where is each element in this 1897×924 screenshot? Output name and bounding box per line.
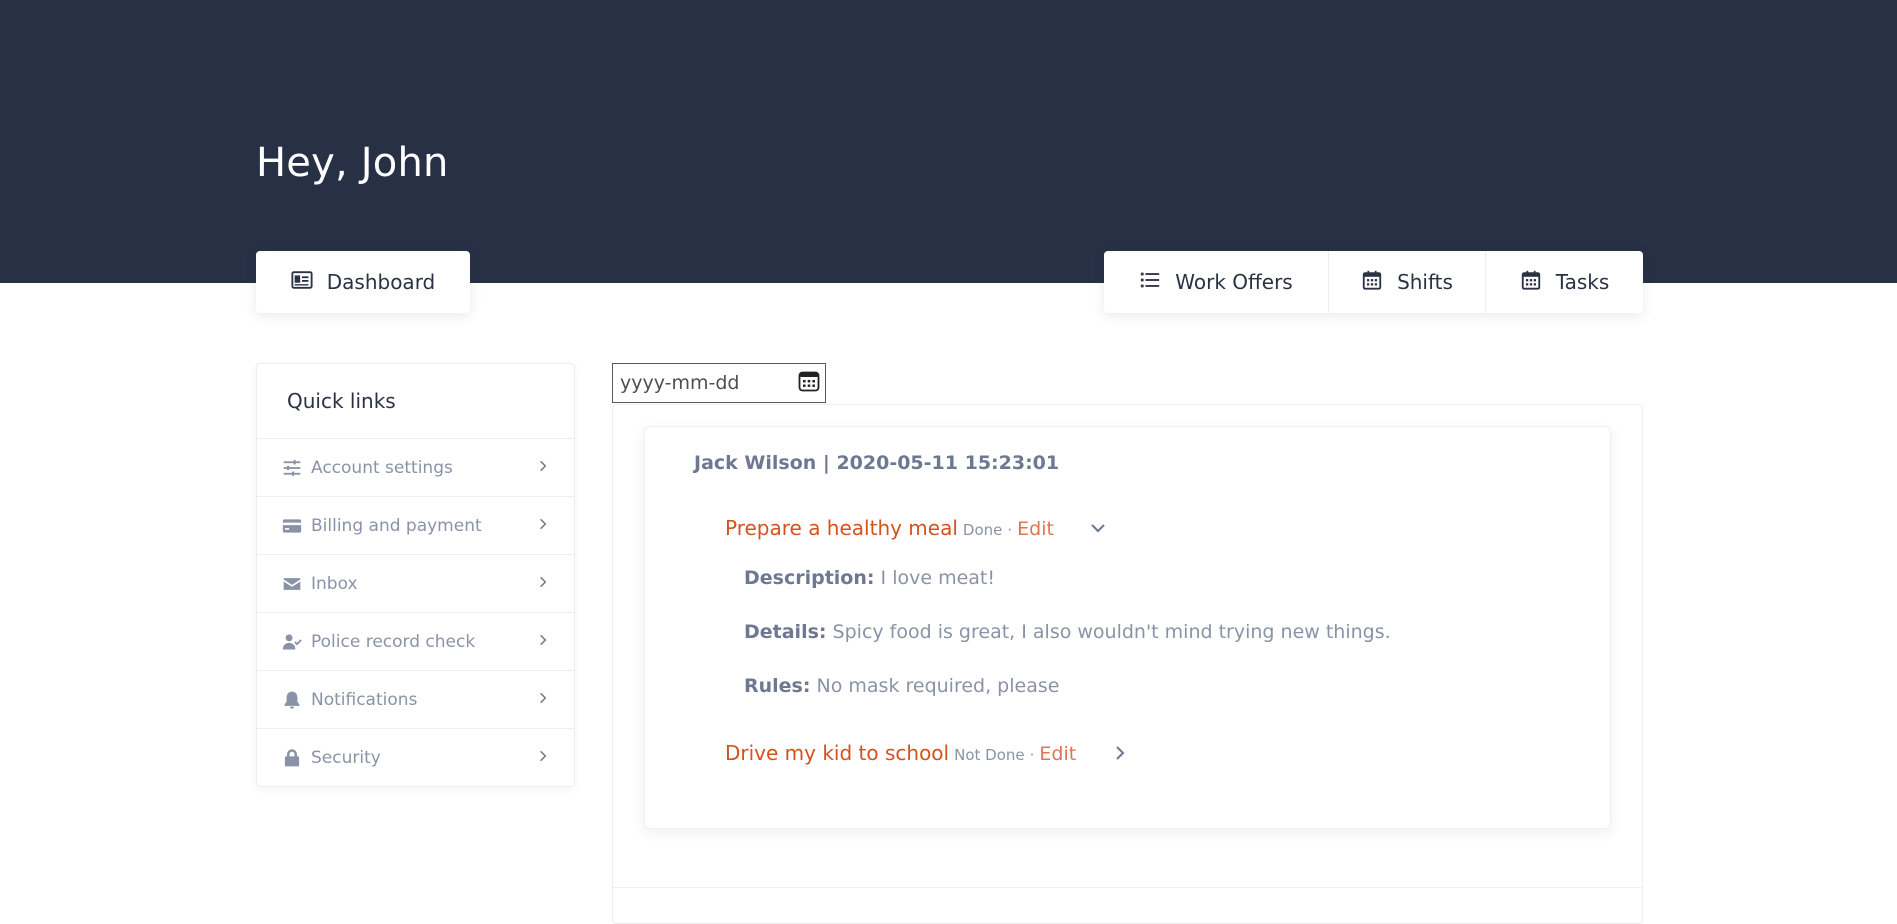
calendar-icon [1520, 269, 1542, 296]
task-detail-description: Description: I love meat! [744, 567, 995, 589]
tab-work-offers[interactable]: Work Offers [1104, 251, 1328, 313]
task-entry-card: Jack Wilson | 2020-05-11 15:23:01 Prepar… [644, 426, 1611, 829]
quick-link-label: Account settings [311, 457, 453, 478]
edit-link[interactable]: Edit [1017, 518, 1054, 540]
quick-link-account-settings[interactable]: Account settings [257, 439, 574, 497]
detail-value: I love meat! [880, 567, 995, 589]
envelope-icon [281, 573, 303, 595]
divider [613, 887, 1642, 888]
tab-label: Dashboard [326, 270, 436, 294]
quick-links-panel: Quick links Account settings Billing and… [256, 363, 575, 787]
quick-link-label: Security [311, 748, 381, 768]
task-detail-rules: Rules: No mask required, please [744, 675, 1059, 697]
chevron-down-icon[interactable] [1089, 519, 1107, 537]
chevron-right-icon [536, 748, 550, 768]
tab-label: Shifts [1397, 270, 1453, 294]
lock-icon [281, 747, 303, 769]
quick-link-label: Inbox [311, 573, 358, 594]
quick-link-police-record-check[interactable]: Police record check [257, 613, 574, 671]
task-title[interactable]: Drive my kid to school [725, 741, 949, 765]
quick-link-label: Billing and payment [311, 515, 482, 536]
bell-icon [281, 689, 303, 711]
detail-value: No mask required, please [816, 675, 1060, 697]
chevron-right-icon [536, 458, 550, 478]
chevron-right-icon [536, 574, 550, 594]
sliders-icon [281, 457, 303, 479]
id-card-icon [291, 269, 313, 296]
separator-dot: · [1029, 746, 1035, 764]
separator-dot: · [1007, 521, 1013, 539]
entry-header: Jack Wilson | 2020-05-11 15:23:01 [694, 452, 1060, 474]
tab-label: Work Offers [1175, 270, 1293, 294]
quick-link-security[interactable]: Security [257, 729, 574, 787]
list-icon [1139, 269, 1161, 296]
credit-card-icon [281, 515, 303, 537]
nav-tabs-card: Work Offers Shifts Tasks [1104, 251, 1643, 313]
quick-link-notifications[interactable]: Notifications [257, 671, 574, 729]
tab-label: Tasks [1555, 270, 1610, 294]
quick-link-billing[interactable]: Billing and payment [257, 497, 574, 555]
calendar-icon [1361, 269, 1383, 296]
date-filter-input[interactable] [618, 371, 797, 395]
quick-link-label: Police record check [311, 631, 476, 652]
dashboard-tab-card: Dashboard [256, 251, 470, 313]
quick-link-inbox[interactable]: Inbox [257, 555, 574, 613]
greeting-title: Hey, John [256, 140, 449, 186]
tab-tasks[interactable]: Tasks [1485, 251, 1643, 313]
chevron-right-icon [536, 516, 550, 536]
quick-link-label: Notifications [311, 689, 418, 710]
edit-link[interactable]: Edit [1039, 743, 1076, 765]
quick-links-title: Quick links [257, 364, 574, 439]
detail-label: Details: [744, 621, 827, 643]
task-status: Done [962, 521, 1003, 539]
user-check-icon [281, 631, 303, 653]
task-title[interactable]: Prepare a healthy meal [725, 516, 958, 540]
task-row: Drive my kid to school Not Done · Edit [725, 741, 1129, 765]
tab-shifts[interactable]: Shifts [1328, 251, 1485, 313]
tab-dashboard[interactable]: Dashboard [256, 251, 470, 313]
detail-label: Description: [744, 567, 875, 589]
task-row: Prepare a healthy meal Done · Edit [725, 516, 1107, 540]
date-filter [612, 363, 826, 403]
task-status: Not Done [954, 746, 1025, 764]
task-detail-details: Details: Spicy food is great, I also wou… [744, 621, 1391, 643]
detail-value: Spicy food is great, I also wouldn't min… [832, 621, 1391, 643]
chevron-right-icon [536, 690, 550, 710]
calendar-picker-icon[interactable] [797, 369, 821, 397]
detail-label: Rules: [744, 675, 811, 697]
chevron-right-icon[interactable] [1111, 744, 1129, 762]
chevron-right-icon [536, 632, 550, 652]
